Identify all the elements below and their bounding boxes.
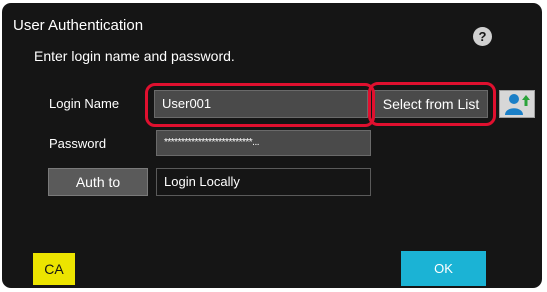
login-name-field[interactable]: User001 bbox=[154, 90, 368, 118]
ca-button[interactable]: CA bbox=[33, 253, 75, 285]
auth-to-button[interactable]: Auth to bbox=[48, 168, 148, 196]
ok-button[interactable]: OK bbox=[401, 251, 486, 286]
dialog-subtitle: Enter login name and password. bbox=[34, 48, 235, 64]
login-name-label: Login Name bbox=[49, 96, 120, 111]
help-icon[interactable]: ? bbox=[473, 27, 492, 46]
user-select-button[interactable] bbox=[499, 90, 535, 118]
password-label: Password bbox=[49, 136, 107, 151]
auth-to-field[interactable]: Login Locally bbox=[156, 168, 371, 196]
password-field[interactable]: **************************... bbox=[156, 130, 371, 156]
user-select-icon bbox=[505, 94, 530, 115]
dialog-title: User Authentication bbox=[13, 17, 144, 34]
select-from-list-button[interactable]: Select from List bbox=[374, 90, 488, 118]
user-authentication-dialog: User Authentication ? Enter login name a… bbox=[2, 3, 542, 288]
